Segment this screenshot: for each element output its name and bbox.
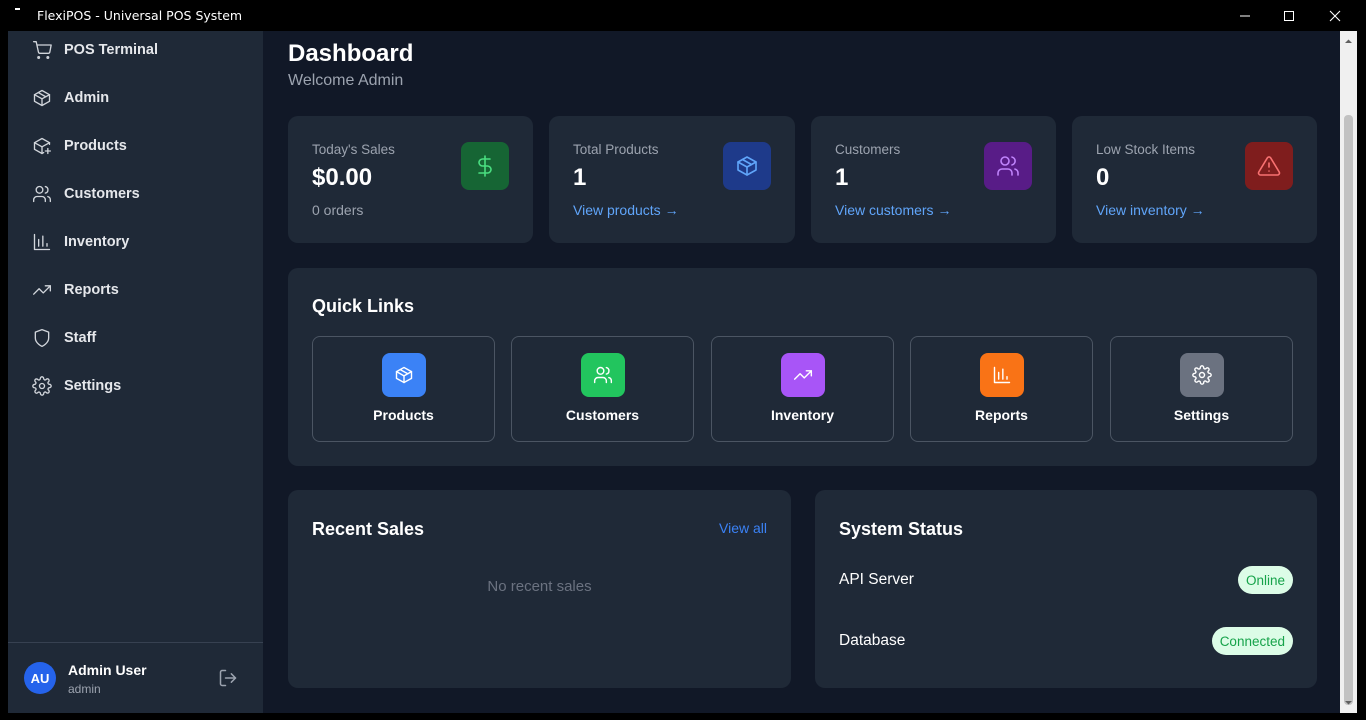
view-products-link[interactable]: View products → (573, 202, 679, 218)
quick-link-inventory[interactable]: Inventory (711, 336, 894, 442)
scrollbar-thumb[interactable] (1344, 115, 1353, 705)
view-customers-link[interactable]: View customers → (835, 202, 951, 218)
stat-label: Total Products (573, 142, 659, 157)
quick-link-customers[interactable]: Customers (511, 336, 694, 442)
quick-link-label: Customers (565, 407, 640, 423)
user-name: Admin User (68, 662, 147, 678)
minimize-icon (1240, 15, 1250, 16)
system-status-title: System Status (839, 519, 964, 539)
stat-value: 1 (835, 164, 849, 191)
sidebar-item-inventory[interactable]: Inventory (8, 222, 263, 262)
sidebar-item-label: Admin (64, 90, 110, 106)
stat-label: Today's Sales (312, 142, 395, 157)
status-badge: Connected (1211, 627, 1293, 655)
stat-label: Low Stock Items (1096, 142, 1196, 157)
window-border-bottom (0, 713, 1366, 720)
view-all-link[interactable]: View all (719, 520, 767, 536)
window-border-left (0, 31, 8, 720)
sidebar: POS Terminal Admin Products Customers In… (8, 31, 264, 713)
stat-value: $0.00 (312, 164, 373, 191)
bar-chart-icon (980, 353, 1024, 397)
page-title: Dashboard (288, 40, 414, 67)
status-badge: Online (1237, 566, 1293, 594)
gear-icon (1180, 353, 1224, 397)
sidebar-item-reports[interactable]: Reports (8, 270, 263, 310)
stat-label: Customers (835, 142, 901, 157)
sidebar-item-label: Products (64, 138, 127, 154)
sidebar-item-settings[interactable]: Settings (8, 366, 263, 406)
users-icon (984, 142, 1032, 190)
system-status-panel: System Status API Server Online Database… (815, 490, 1317, 688)
sidebar-item-label: Customers (64, 186, 140, 202)
title-bar: FlexiPOS - Universal POS System (0, 0, 1366, 31)
sidebar-item-pos-terminal[interactable]: POS Terminal (8, 30, 263, 70)
page-subtitle: Welcome Admin (288, 72, 404, 89)
sidebar-item-products[interactable]: Products (8, 126, 263, 166)
stat-value: 0 (1096, 164, 1110, 191)
maximize-icon (1284, 10, 1294, 21)
quick-link-label: Inventory (770, 407, 834, 423)
gear-icon (32, 376, 52, 396)
logout-icon (219, 669, 237, 687)
app-icon (15, 8, 20, 10)
app-window: FlexiPOS - Universal POS System POS Term… (0, 0, 1366, 720)
package-plus-icon (32, 136, 52, 156)
vertical-scrollbar[interactable] (1340, 31, 1357, 713)
main-content: Dashboard Welcome Admin Today's Sales $0… (264, 31, 1340, 713)
window-title: FlexiPOS - Universal POS System (37, 8, 243, 23)
package-icon (382, 353, 426, 397)
trending-up-icon (781, 353, 825, 397)
stat-card-total-products: Total Products 1 View products → (549, 116, 795, 243)
package-icon (723, 142, 771, 190)
avatar: AU (24, 662, 56, 694)
scroll-up-arrow-icon[interactable] (1344, 37, 1353, 46)
view-inventory-link[interactable]: View inventory → (1096, 202, 1205, 218)
quick-link-reports[interactable]: Reports (910, 336, 1093, 442)
cart-icon (32, 40, 52, 60)
status-label-database: Database (839, 632, 906, 649)
shield-icon (32, 328, 52, 348)
quick-link-label: Reports (975, 407, 1028, 423)
scroll-down-arrow-icon[interactable] (1344, 698, 1353, 707)
users-icon (32, 184, 52, 204)
sidebar-item-label: Settings (64, 378, 122, 394)
sidebar-item-label: Staff (64, 330, 97, 346)
recent-sales-panel: Recent Sales View all No recent sales (288, 490, 791, 688)
bar-chart-icon (32, 232, 52, 252)
sidebar-item-customers[interactable]: Customers (8, 174, 263, 214)
package-icon (32, 88, 52, 108)
maximize-button[interactable] (1266, 0, 1312, 31)
quick-link-label: Settings (1173, 407, 1230, 423)
quick-links-title: Quick Links (312, 296, 415, 316)
alert-triangle-icon (1245, 142, 1293, 190)
logout-button[interactable] (218, 668, 240, 690)
stat-card-todays-sales: Today's Sales $0.00 0 orders (288, 116, 533, 243)
user-panel: AU Admin User admin (8, 642, 263, 713)
quick-link-settings[interactable]: Settings (1110, 336, 1293, 442)
sidebar-item-label: POS Terminal (64, 42, 159, 58)
stat-card-customers: Customers 1 View customers → (811, 116, 1056, 243)
empty-state-text: No recent sales (487, 578, 592, 595)
quick-link-products[interactable]: Products (312, 336, 495, 442)
quick-link-label: Products (373, 407, 434, 423)
sidebar-item-label: Reports (64, 282, 119, 298)
stat-value: 1 (573, 164, 587, 191)
stat-card-low-stock: Low Stock Items 0 View inventory → (1072, 116, 1317, 243)
close-icon (1329, 10, 1341, 21)
status-label-api-server: API Server (839, 571, 914, 588)
stat-sub: 0 orders (312, 202, 364, 218)
user-role: admin (68, 682, 101, 696)
users-icon (581, 353, 625, 397)
quick-links-panel: Quick Links Products Customers Inventory (288, 268, 1317, 466)
sidebar-item-admin[interactable]: Admin (8, 78, 263, 118)
window-border-right (1357, 31, 1366, 720)
sidebar-item-label: Inventory (64, 234, 130, 250)
trending-up-icon (32, 280, 52, 300)
recent-sales-title: Recent Sales (312, 519, 425, 539)
sidebar-item-staff[interactable]: Staff (8, 318, 263, 358)
dollar-icon (461, 142, 509, 190)
close-button[interactable] (1312, 0, 1358, 31)
minimize-button[interactable] (1222, 0, 1268, 31)
